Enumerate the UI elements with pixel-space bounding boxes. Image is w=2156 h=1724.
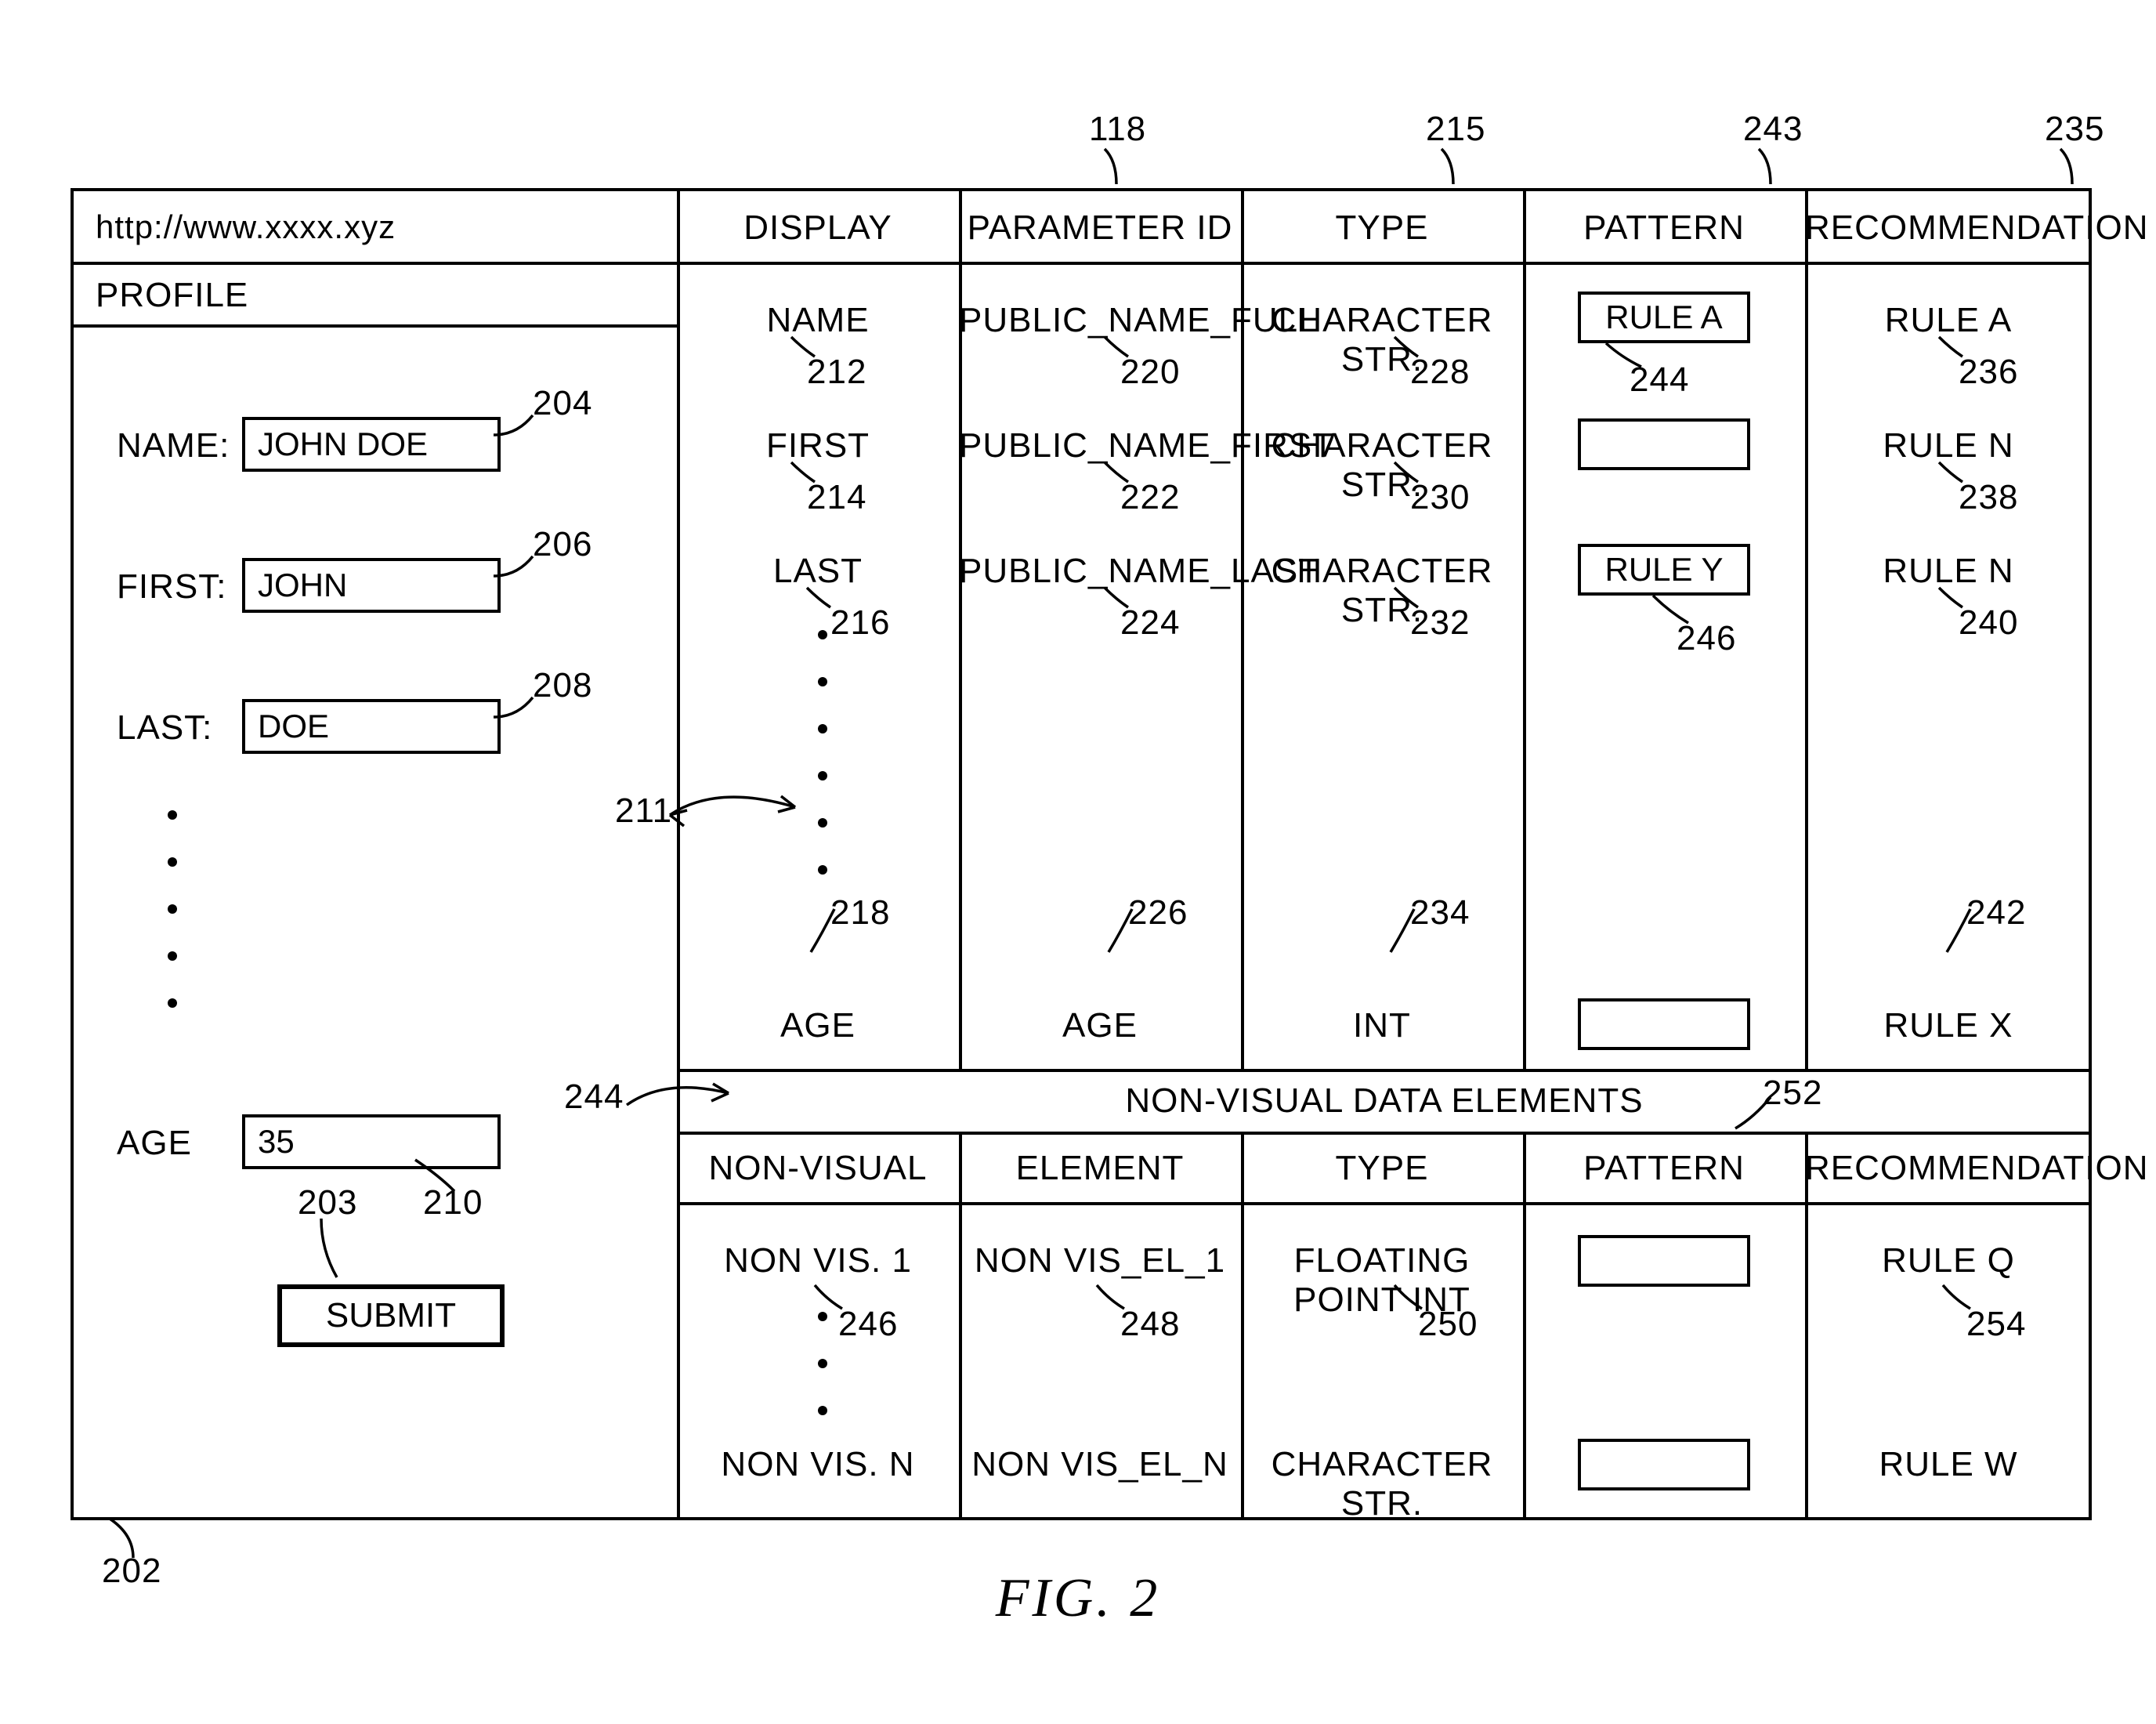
last-label: LAST:	[117, 708, 212, 748]
last-value: DOE	[258, 708, 329, 745]
ref-246b: 246	[838, 1305, 898, 1344]
submit-label: SUBMIT	[326, 1296, 456, 1335]
ref-254: 254	[1966, 1305, 2026, 1344]
nv0-pattern	[1578, 1235, 1750, 1287]
ref-206: 206	[533, 525, 592, 564]
nv0-col1: NON VIS_EL_1	[959, 1241, 1241, 1280]
name-value: JOHN DOE	[258, 426, 428, 463]
th-param: PARAMETER ID	[959, 208, 1241, 248]
td-type-2: CHARACTER STR.	[1241, 552, 1523, 630]
nvN-col2: CHARACTER STR.	[1241, 1445, 1523, 1523]
nvh-element: ELEMENT	[959, 1149, 1241, 1188]
td-pattern-2: RULE Y	[1578, 544, 1750, 596]
profile-title: PROFILE	[96, 276, 248, 315]
td-display-1: FIRST	[677, 426, 959, 465]
td-param-0: PUBLIC_NAME_FULL	[959, 301, 1241, 340]
nvh-pattern: PATTERN	[1523, 1149, 1805, 1188]
td-rec-1: RULE N	[1805, 426, 2092, 465]
td-pattern-0: RULE A	[1578, 292, 1750, 343]
first-label: FIRST:	[117, 567, 226, 607]
ref-118: 118	[1089, 110, 1146, 149]
td-type-1: CHARACTER STR.	[1241, 426, 1523, 505]
figure-label: FIG. 2	[0, 1567, 2156, 1630]
name-label: NAME:	[117, 426, 230, 465]
th-display: DISPLAY	[677, 208, 959, 248]
submit-button[interactable]: SUBMIT	[277, 1284, 505, 1347]
td-type-3: INT	[1241, 1006, 1523, 1045]
nvN-col1: NON VIS_EL_N	[959, 1445, 1241, 1484]
td-rec-0: RULE A	[1805, 301, 2092, 340]
nvN-col0: NON VIS. N	[677, 1445, 959, 1484]
td-pattern-3	[1578, 998, 1750, 1050]
td-rec-3: RULE X	[1805, 1006, 2092, 1045]
th-rec: RECOMMENDATION	[1805, 208, 2092, 248]
ref-243: 243	[1743, 110, 1803, 149]
td-param-3: AGE	[959, 1006, 1241, 1045]
td-rec-2: RULE N	[1805, 552, 2092, 591]
ref-250: 250	[1418, 1305, 1478, 1344]
ref-211: 211	[615, 791, 672, 831]
nv0-col2: FLOATING POINT INT	[1241, 1241, 1523, 1320]
main-diagram-box: http://www.xxxx.xyz PROFILE NAME: JOHN D…	[71, 188, 2092, 1520]
last-input[interactable]: DOE	[242, 699, 501, 754]
nvh-rec: RECOMMENDATION	[1805, 1149, 2092, 1188]
ref-244row: 244	[564, 1078, 624, 1117]
ref-235: 235	[2045, 110, 2104, 149]
th-pattern: PATTERN	[1523, 208, 1805, 248]
th-type: TYPE	[1241, 208, 1523, 248]
ref-203: 203	[298, 1183, 357, 1222]
nvh-nonvisual: NON-VISUAL	[677, 1149, 959, 1188]
nv0-col0: NON VIS. 1	[677, 1241, 959, 1280]
td-display-0: NAME	[677, 301, 959, 340]
td-param-2: PUBLIC_NAME_LAST	[959, 552, 1241, 591]
nvN-rec: RULE W	[1805, 1445, 2092, 1484]
td-display-3: AGE	[677, 1006, 959, 1045]
nv0-rec: RULE Q	[1805, 1241, 2092, 1280]
nvN-pattern	[1578, 1439, 1750, 1490]
td-param-1: PUBLIC_NAME_FIRST	[959, 426, 1241, 465]
figure-canvas: 118 215 243 235 http://www.xxxx.xyz PROF…	[0, 0, 2156, 1724]
ref-216: 216	[830, 603, 890, 643]
td-display-2: LAST	[677, 552, 959, 591]
age-label: AGE	[117, 1124, 192, 1163]
url-text: http://www.xxxx.xyz	[96, 208, 396, 246]
first-input[interactable]: JOHN	[242, 558, 501, 613]
age-value: 35	[258, 1123, 295, 1161]
td-pattern-1	[1578, 418, 1750, 470]
nonvisual-section-title: NON-VISUAL DATA ELEMENTS	[677, 1081, 2092, 1121]
ref-248: 248	[1120, 1305, 1180, 1344]
ref-208: 208	[533, 666, 592, 705]
td-type-0: CHARACTER STR.	[1241, 301, 1523, 379]
nvh-type: TYPE	[1241, 1149, 1523, 1188]
ref-215: 215	[1426, 110, 1485, 149]
ref-204: 204	[533, 384, 592, 423]
first-value: JOHN	[258, 567, 347, 604]
name-input[interactable]: JOHN DOE	[242, 417, 501, 472]
